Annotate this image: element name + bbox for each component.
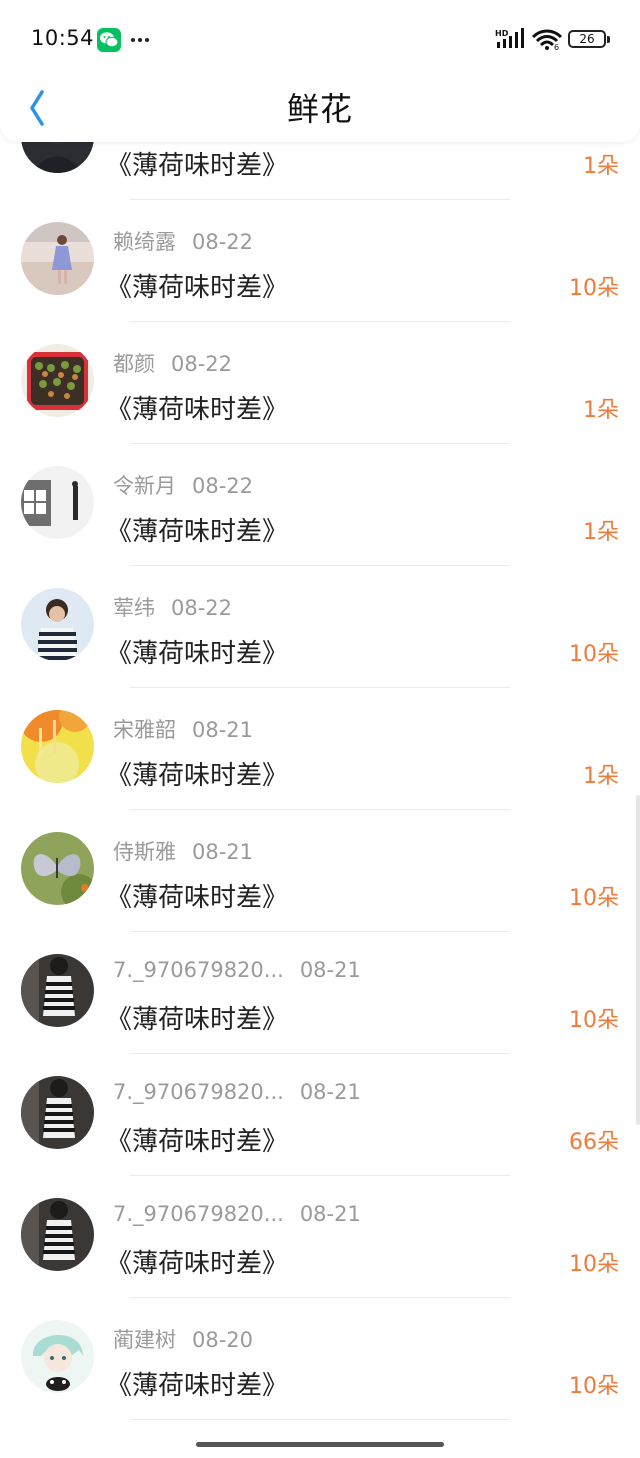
sender-meta: 令新月 08-22 xyxy=(113,470,253,500)
scrollbar[interactable] xyxy=(636,795,640,1125)
flower-count: 10朵 xyxy=(569,886,619,911)
gift-name: 《薄荷味时差》 xyxy=(106,883,289,913)
sender-meta: 赖绮露 08-22 xyxy=(113,226,253,256)
avatar[interactable] xyxy=(21,710,94,783)
sender-meta: 7._970679820... 08-21 xyxy=(113,958,361,982)
send-date: 08-22 xyxy=(171,352,233,376)
gift-name: 《薄荷味时差》 xyxy=(106,639,289,669)
battery-icon: 26 xyxy=(568,30,610,48)
gift-name: 《薄荷味时差》 xyxy=(106,1005,289,1035)
avatar[interactable] xyxy=(21,466,94,539)
sender-name[interactable]: 侍斯雅 xyxy=(113,840,176,864)
anime-boy-avatar-icon xyxy=(21,1320,94,1393)
sender-meta: 7._970679820... 08-21 xyxy=(113,1202,361,1226)
avatar[interactable] xyxy=(21,1076,94,1149)
list-item[interactable]: 赖绮露 08-22 《薄荷味时差》 10朵 xyxy=(0,200,640,322)
flower-count: 10朵 xyxy=(569,642,619,667)
avatar[interactable] xyxy=(21,1198,94,1271)
list-item[interactable]: 7._970679820... 08-21 《薄荷味时差》 10朵 xyxy=(0,1176,640,1298)
orange-yellow-abstract-avatar-icon xyxy=(21,710,94,783)
avatar[interactable] xyxy=(21,344,94,417)
send-date: 08-22 xyxy=(192,230,254,254)
sender-name[interactable]: 令新月 xyxy=(113,474,176,498)
top-bar: 10:54 HD 6 26 鲜花 xyxy=(0,0,640,142)
flower-count: 1朵 xyxy=(583,398,619,423)
gift-name: 《薄荷味时差》 xyxy=(106,1249,289,1279)
more-dots-icon xyxy=(130,38,152,44)
list-item[interactable]: 7._970679820... 08-21 《薄荷味时差》 66朵 xyxy=(0,1054,640,1176)
striped-dress-girl-avatar-icon xyxy=(21,1076,94,1149)
avatar[interactable] xyxy=(21,222,94,295)
striped-dress-girl-avatar-icon xyxy=(21,954,94,1027)
send-date: 08-21 xyxy=(192,718,254,742)
flower-count: 10朵 xyxy=(569,1374,619,1399)
avatar[interactable] xyxy=(21,588,94,661)
sender-meta: 荤纬 08-22 xyxy=(113,592,232,622)
flower-count: 1朵 xyxy=(583,764,619,789)
girl-on-beach-avatar-icon xyxy=(21,222,94,295)
sender-name[interactable]: 赖绮露 xyxy=(113,230,176,254)
gift-name: 《薄荷味时差》 xyxy=(106,1371,289,1401)
send-date: 08-21 xyxy=(192,840,254,864)
signal-label: HD xyxy=(495,29,509,38)
kid-striped-shirt-avatar-icon xyxy=(21,588,94,661)
sender-meta: 宋雅韶 08-21 xyxy=(113,714,253,744)
sender-name[interactable]: 蔺建树 xyxy=(113,1328,176,1352)
sender-meta: 7._970679820... 08-21 xyxy=(113,1080,361,1104)
flower-count: 1朵 xyxy=(583,154,619,179)
sender-name[interactable]: 7._970679820... xyxy=(113,1080,284,1104)
sender-name[interactable]: 都颜 xyxy=(113,352,155,376)
gift-name: 《薄荷味时差》 xyxy=(106,395,289,425)
striped-dress-girl-avatar-icon xyxy=(21,1198,94,1271)
avatar[interactable] xyxy=(21,1320,94,1393)
send-date: 08-21 xyxy=(299,1202,361,1226)
flower-count: 10朵 xyxy=(569,1008,619,1033)
food-tray-avatar-icon xyxy=(21,344,94,417)
list-item[interactable]: 蔺建树 08-20 《薄荷味时差》 10朵 xyxy=(0,1298,640,1420)
uniqlo-avatar-icon xyxy=(21,466,94,539)
sender-meta: 蔺建树 08-20 xyxy=(113,1324,253,1354)
flower-count: 66朵 xyxy=(569,1130,619,1155)
send-date: 08-20 xyxy=(192,1328,254,1352)
butterfly-avatar-icon xyxy=(21,832,94,905)
list-item[interactable]: 7._970679820... 08-21 《薄荷味时差》 10朵 xyxy=(0,932,640,1054)
gift-name: 《薄荷味时差》 xyxy=(106,1127,289,1157)
list-item[interactable]: 荤纬 08-22 《薄荷味时差》 10朵 xyxy=(0,566,640,688)
flower-count: 1朵 xyxy=(583,520,619,545)
avatar[interactable] xyxy=(21,832,94,905)
flower-count: 10朵 xyxy=(569,1252,619,1277)
list-item[interactable]: 宋雅韶 08-21 《薄荷味时差》 1朵 xyxy=(0,688,640,810)
send-date: 08-22 xyxy=(171,596,233,620)
list-item[interactable]: 令新月 08-22 《薄荷味时差》 1朵 xyxy=(0,444,640,566)
wechat-icon xyxy=(97,28,121,52)
gift-name: 《薄荷味时差》 xyxy=(106,151,289,181)
sender-name[interactable]: 7._970679820... xyxy=(113,1202,284,1226)
send-date: 08-21 xyxy=(299,1080,361,1104)
gift-name: 《薄荷味时差》 xyxy=(106,517,289,547)
status-bar: 10:54 HD 6 26 xyxy=(0,0,640,80)
battery-level: 26 xyxy=(579,32,595,46)
gift-name: 《薄荷味时差》 xyxy=(106,761,289,791)
sender-name[interactable]: 7._970679820... xyxy=(113,958,284,982)
sender-name[interactable]: 荤纬 xyxy=(113,596,155,620)
wifi-label: 6 xyxy=(554,43,559,51)
page-title: 鲜花 xyxy=(286,90,353,128)
wifi-icon: 6 xyxy=(532,29,562,51)
send-date: 08-22 xyxy=(192,474,254,498)
navigation-header: 鲜花 xyxy=(0,80,640,138)
home-indicator[interactable] xyxy=(196,1442,444,1447)
sender-meta: 都颜 08-22 xyxy=(113,348,232,378)
send-date: 08-21 xyxy=(299,958,361,982)
sender-name[interactable]: 宋雅韶 xyxy=(113,718,176,742)
avatar[interactable] xyxy=(21,954,94,1027)
gift-name: 《薄荷味时差》 xyxy=(106,273,289,303)
sender-meta: 侍斯雅 08-21 xyxy=(113,836,253,866)
list-item[interactable]: 侍斯雅 08-21 《薄荷味时差》 10朵 xyxy=(0,810,640,932)
row-divider xyxy=(130,1419,510,1420)
status-time: 10:54 xyxy=(31,26,95,50)
list-item[interactable]: 都颜 08-22 《薄荷味时差》 1朵 xyxy=(0,322,640,444)
flower-count: 10朵 xyxy=(569,276,619,301)
cellular-signal-icon: HD xyxy=(495,28,524,48)
